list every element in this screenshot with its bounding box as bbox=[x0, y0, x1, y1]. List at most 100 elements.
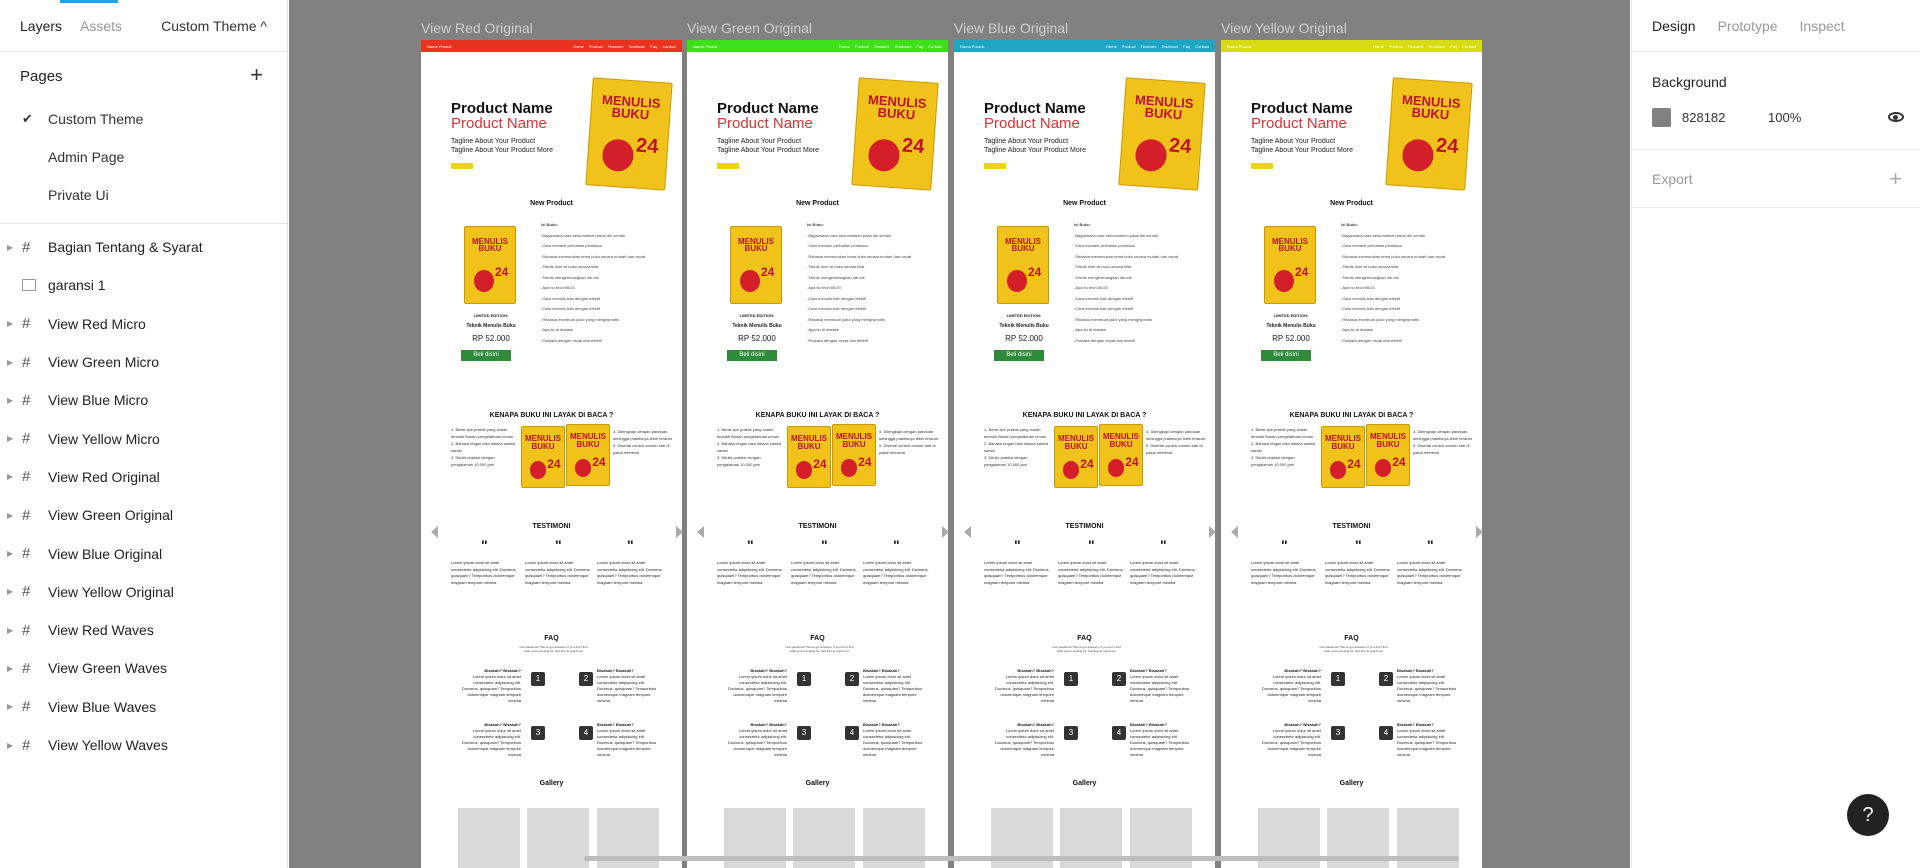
background-color-swatch[interactable] bbox=[1652, 108, 1671, 127]
faq-number: 1 bbox=[1331, 672, 1345, 686]
layer-item[interactable]: ▶ # Bagian Tentang & Syarat bbox=[0, 228, 287, 266]
buy-button: Beli disini bbox=[461, 350, 511, 361]
background-hex-input[interactable]: 828182 bbox=[1682, 110, 1725, 125]
why-list-right: 4. Dilengkapi dengan panduan sehingga pr… bbox=[879, 429, 938, 455]
faq-number: 1 bbox=[1064, 672, 1078, 686]
expand-arrow-icon[interactable]: ▶ bbox=[7, 472, 13, 481]
frame-icon: # bbox=[22, 621, 31, 639]
frame-label[interactable]: View Green Original bbox=[687, 20, 812, 36]
nav-link: Contact bbox=[928, 43, 942, 49]
book-title: MENULIS BUKU bbox=[738, 236, 774, 254]
add-export-icon[interactable]: + bbox=[1889, 166, 1902, 192]
tab-prototype[interactable]: Prototype bbox=[1718, 18, 1778, 34]
book-hours: 24 bbox=[1295, 265, 1309, 279]
faq-question: Bisakah? Bisakah? bbox=[750, 722, 787, 727]
page-item-admin-page[interactable]: Admin Page bbox=[0, 138, 287, 176]
add-page-icon[interactable]: + bbox=[250, 62, 263, 88]
faq-question: Bisakah? Bisakah? bbox=[597, 722, 634, 727]
carousel-left-icon bbox=[431, 526, 438, 538]
list-item: -Apa itu di etalase bbox=[807, 327, 942, 338]
layer-item[interactable]: ▶ # View Yellow Original bbox=[0, 573, 287, 611]
theme-selector[interactable]: Custom Theme ^ bbox=[161, 18, 267, 34]
faq-answer: Lorem ipsum dolor sit amet consectetur a… bbox=[863, 674, 923, 703]
frame-label[interactable]: View Blue Original bbox=[954, 20, 1068, 36]
frame-icon: # bbox=[22, 238, 31, 256]
list-item: -Apa itu teori 80/20 bbox=[807, 285, 942, 296]
carousel-right-icon bbox=[942, 526, 949, 538]
page-item-custom-theme[interactable]: ✔ Custom Theme bbox=[0, 100, 287, 138]
book-name: Teknik Menulis Buku bbox=[999, 323, 1049, 329]
layer-item[interactable]: garansi 1 bbox=[0, 266, 287, 304]
layer-item[interactable]: ▶ # View Blue Original bbox=[0, 534, 287, 572]
horizontal-scrollbar[interactable] bbox=[584, 856, 1459, 861]
layer-item[interactable]: ▶ # View Red Original bbox=[0, 458, 287, 496]
faq-question: Bisakah? Bisakah? bbox=[750, 668, 787, 673]
eye-icon[interactable] bbox=[1888, 112, 1904, 122]
frame-label[interactable]: View Red Original bbox=[421, 20, 533, 36]
design-canvas[interactable]: View Red Original Nama Produk Home Product F… bbox=[289, 0, 1630, 868]
page-item-private-ui[interactable]: Private Ui bbox=[0, 176, 287, 214]
expand-arrow-icon[interactable]: ▶ bbox=[7, 626, 13, 635]
layer-item[interactable]: ▶ # View Blue Micro bbox=[0, 381, 287, 419]
nav-link: Product bbox=[1121, 43, 1136, 49]
product-name-accent: Product Name bbox=[717, 115, 813, 132]
tab-assets[interactable]: Assets bbox=[80, 18, 122, 34]
layer-item[interactable]: ▶ # View Yellow Micro bbox=[0, 419, 287, 457]
nav-link: Faq bbox=[650, 43, 658, 49]
section-heading: KENAPA BUKU INI LAYAK DI BACA ? bbox=[1289, 412, 1414, 419]
faq-question: Bisakah? Bisakah? bbox=[484, 722, 521, 727]
tagline: Tagline About Your Product Tagline About … bbox=[984, 137, 1086, 155]
quote-icon: " bbox=[481, 537, 488, 553]
hero-button bbox=[451, 163, 473, 169]
tagline-2: Tagline About Your Product More bbox=[984, 147, 1086, 154]
carousel-left-icon bbox=[964, 526, 971, 538]
faq-question: Bisakah? Bisakah? bbox=[1397, 722, 1434, 727]
layer-item[interactable]: ▶ # View Green Micro bbox=[0, 343, 287, 381]
faq-question: Bisakah? Bisakah? bbox=[597, 668, 634, 673]
landing-page-frame[interactable]: Nama Produk Home Product Features Testimoni F… bbox=[421, 40, 682, 868]
layer-item[interactable]: ▶ # View Red Micro bbox=[0, 305, 287, 343]
list-item: -Teknik riset isi buku secara kilat bbox=[807, 264, 942, 275]
layer-item[interactable]: ▶ # View Yellow Waves bbox=[0, 726, 287, 764]
expand-arrow-icon[interactable]: ▶ bbox=[7, 664, 13, 673]
nav-link: Features bbox=[607, 43, 624, 49]
layer-item[interactable]: ▶ # View Green Waves bbox=[0, 649, 287, 687]
layer-item[interactable]: ▶ # View Green Original bbox=[0, 496, 287, 534]
expand-arrow-icon[interactable]: ▶ bbox=[7, 434, 13, 443]
frame-label[interactable]: View Yellow Original bbox=[1221, 20, 1347, 36]
layer-item[interactable]: ▶ # View Blue Waves bbox=[0, 688, 287, 726]
expand-arrow-icon[interactable]: ▶ bbox=[7, 243, 13, 252]
expand-arrow-icon[interactable]: ▶ bbox=[7, 358, 13, 367]
expand-arrow-icon[interactable]: ▶ bbox=[7, 741, 13, 750]
list-item: -Cara menarik perhatian pembaca bbox=[1341, 243, 1476, 254]
layer-label: View Green Micro bbox=[48, 354, 160, 371]
book-cover-image: MENULIS BUKU 24 bbox=[832, 424, 876, 486]
background-opacity-input[interactable]: 100% bbox=[1768, 110, 1801, 125]
expand-arrow-icon[interactable]: ▶ bbox=[7, 702, 13, 711]
book-badge bbox=[867, 138, 901, 173]
expand-arrow-icon[interactable]: ▶ bbox=[7, 511, 13, 520]
landing-page-frame[interactable]: Nama Produk Home Product Features Testimoni F… bbox=[687, 40, 948, 868]
tab-inspect[interactable]: Inspect bbox=[1800, 18, 1845, 34]
tagline: Tagline About Your Product Tagline About … bbox=[717, 137, 819, 155]
landing-page-frame[interactable]: Nama Produk Home Product Features Testimoni F… bbox=[1221, 40, 1482, 868]
why-list-left: 1. Berisi tips praktis yang sudah terbuk… bbox=[984, 427, 1049, 467]
layer-item[interactable]: ▶ # View Red Waves bbox=[0, 611, 287, 649]
expand-arrow-icon[interactable]: ▶ bbox=[7, 319, 13, 328]
testimonial-text: Lorem ipsum dolor sit amet consectetur a… bbox=[451, 560, 517, 585]
book-hours: 24 bbox=[858, 455, 872, 469]
section-heading: TESTIMONI bbox=[798, 523, 837, 530]
book-badge bbox=[795, 460, 813, 479]
tab-design[interactable]: Design bbox=[1652, 18, 1696, 34]
book-cover-image: MENULIS BUKU 24 bbox=[787, 426, 831, 488]
list-item: -Cara menulis bab dengan efektif bbox=[807, 296, 942, 306]
expand-arrow-icon[interactable]: ▶ bbox=[7, 396, 13, 405]
expand-arrow-icon[interactable]: ▶ bbox=[7, 549, 13, 558]
help-button[interactable]: ? bbox=[1847, 794, 1889, 836]
expand-arrow-icon[interactable]: ▶ bbox=[7, 587, 13, 596]
carousel-right-icon bbox=[1476, 526, 1483, 538]
list-item: -Bagaimana cara berkomitmen pada diri se… bbox=[541, 233, 676, 243]
landing-page-frame[interactable]: Nama Produk Home Product Features Testimoni F… bbox=[954, 40, 1215, 868]
hero-section: Product Name Product Name Tagline About Yo… bbox=[421, 52, 682, 191]
tab-layers[interactable]: Layers bbox=[20, 18, 62, 34]
